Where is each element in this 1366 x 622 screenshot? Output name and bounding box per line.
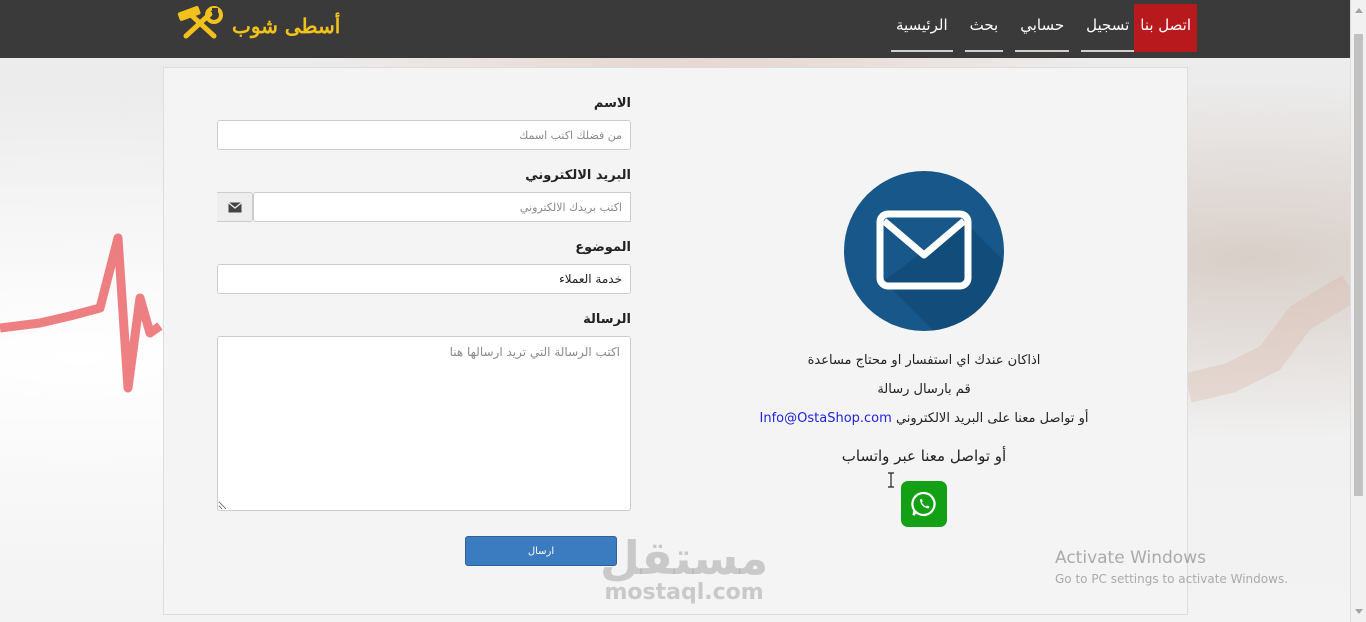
name-input[interactable] — [217, 120, 631, 150]
contact-info: اذاكان عندك اي استفسار او محتاج مساعدة ق… — [724, 171, 1124, 527]
scrollbar-thumb[interactable] — [1354, 34, 1363, 496]
message-label: الرسالة — [583, 312, 631, 327]
email-link[interactable]: Info@OstaShop.com — [760, 411, 892, 426]
subject-input[interactable] — [217, 264, 631, 294]
send-button[interactable]: ارسال — [465, 536, 617, 566]
name-label: الاسم — [593, 96, 631, 111]
page-scrollbar[interactable] — [1350, 0, 1366, 622]
nav-contact-us[interactable]: اتصل بنا — [1134, 4, 1197, 52]
info-line-2: قم بارسال رسالة — [877, 382, 971, 397]
nav-register[interactable]: تسجيل — [1081, 4, 1135, 52]
scroll-up-icon[interactable] — [1355, 8, 1363, 13]
whatsapp-text: أو تواصل معنا عبر واتساب — [841, 447, 1007, 465]
envelope-icon — [217, 192, 253, 222]
envelope-icon — [844, 171, 1004, 331]
brand-logo[interactable]: أسطى شوب — [176, 6, 340, 46]
activation-title: Activate Windows — [1055, 548, 1206, 568]
subject-label: الموضوع — [575, 240, 631, 255]
brand-name: أسطى شوب — [232, 14, 341, 38]
nav-my-account[interactable]: حسابي — [1015, 4, 1070, 52]
info-line-1: اذاكان عندك اي استفسار او محتاج مساعدة — [807, 353, 1041, 368]
text-cursor-icon — [886, 472, 896, 492]
whatsapp-button[interactable] — [901, 481, 947, 527]
mostaql-watermark: مستقل mostaql.com — [600, 535, 768, 605]
tools-icon — [176, 6, 224, 46]
nav-search[interactable]: بحث — [964, 4, 1004, 52]
nav-home[interactable]: الرئيسية — [890, 4, 953, 52]
main-nav: الرئيسية بحث حسابي تسجيل اتصل بنا — [879, 4, 1197, 52]
watermark-arabic: مستقل — [600, 531, 769, 585]
info-line-3-prefix: أو تواصل معنا على البريد الالكتروني — [895, 411, 1089, 426]
top-navbar: أسطى شوب الرئيسية بحث حسابي تسجيل اتصل ب… — [0, 0, 1350, 58]
scroll-down-icon[interactable] — [1355, 609, 1363, 614]
contact-form: الاسم البريد الالكتروني الموضوع الرسالة — [217, 96, 631, 533]
windows-activation-notice: Activate Windows Go to PC settings to ac… — [1055, 548, 1288, 586]
watermark-latin: mostaql.com — [604, 580, 764, 605]
email-input-group — [217, 192, 631, 222]
email-label: البريد الالكتروني — [525, 168, 631, 183]
message-textarea[interactable] — [217, 336, 631, 511]
whatsapp-icon — [911, 491, 936, 517]
email-input[interactable] — [253, 192, 631, 222]
info-line-3: أو تواصل معنا على البريد الالكتروني Info… — [724, 409, 1124, 429]
activation-subtitle: Go to PC settings to activate Windows. — [1055, 572, 1289, 586]
